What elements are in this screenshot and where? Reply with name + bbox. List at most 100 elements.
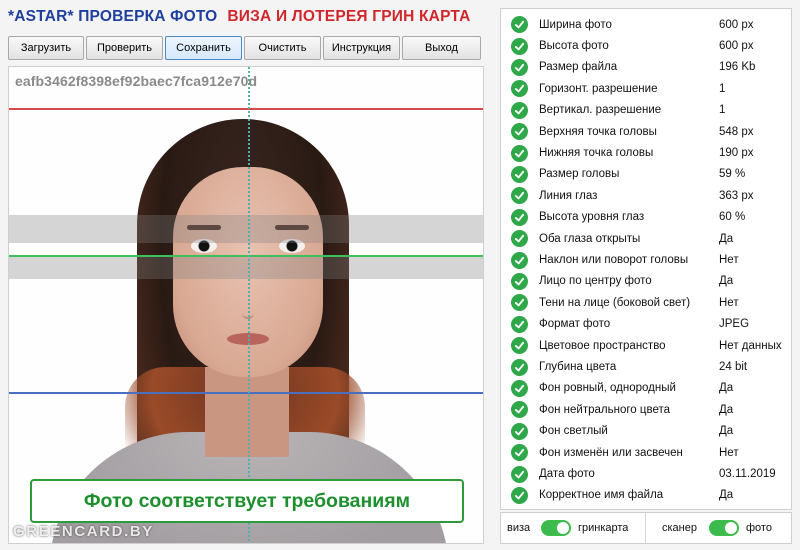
instruction-button[interactable]: Инструкция [323, 36, 400, 60]
check-row: Дата фото 03.11.2019 [501, 463, 791, 484]
watermark-logo: GREENCARD.BY [13, 523, 154, 540]
clear-button[interactable]: Очистить [244, 36, 321, 60]
eye-line [9, 255, 483, 257]
toggle-divider [645, 513, 646, 543]
check-row: Оба глаза открыты Да [501, 228, 791, 249]
check-row: Вертикал. разрешение 1 [501, 100, 791, 121]
visa-greencard-switch[interactable] [541, 520, 571, 536]
check-row: Размер файла 196 Kb [501, 57, 791, 78]
check-label: Нижняя точка головы [539, 147, 654, 160]
eye-zone-band-lower [9, 257, 483, 279]
check-value: Нет [719, 296, 739, 309]
check-ok-icon [511, 444, 528, 462]
check-ok-icon [511, 16, 528, 34]
check-row: Лицо по центру фото Да [501, 271, 791, 292]
chin-line [9, 392, 483, 394]
toolbar: Загрузить Проверить Сохранить Очистить И… [8, 36, 484, 60]
check-label: Верхняя точка головы [539, 125, 657, 138]
check-label: Глубина цвета [539, 361, 617, 374]
check-label: Тени на лице (боковой свет) [539, 296, 691, 309]
visa-label: виза [507, 522, 531, 534]
check-row: Формат фото JPEG [501, 314, 791, 335]
check-label: Линия глаз [539, 189, 598, 202]
check-value: Да [719, 489, 734, 502]
check-label: Размер головы [539, 168, 620, 181]
check-row: Фон ровный, однородный Да [501, 378, 791, 399]
file-hash: eafb3462f8398ef92baec7fca912e70d [15, 73, 258, 89]
check-value: Да [719, 425, 734, 438]
check-ok-icon [511, 58, 528, 76]
check-label: Лицо по центру фото [539, 275, 652, 288]
check-row: Корректное имя файла Да [501, 485, 791, 506]
check-row: Высота уровня глаз 60 % [501, 207, 791, 228]
check-value: 363 px [719, 189, 754, 202]
check-label: Наклон или поворот головы [539, 254, 689, 267]
check-label: Фон светлый [539, 425, 608, 438]
brand-subtitle: ВИЗА И ЛОТЕРЕЯ ГРИН КАРТА [227, 8, 471, 25]
check-value: Да [719, 382, 734, 395]
check-row: Горизонт. разрешение 1 [501, 78, 791, 99]
check-label: Цветовое пространство [539, 339, 666, 352]
photo-preview: eafb3462f8398ef92baec7fca912e70d Фото со… [8, 66, 484, 544]
check-label: Размер файла [539, 61, 618, 74]
check-label: Горизонт. разрешение [539, 82, 658, 95]
check-value: Нет [719, 446, 739, 459]
check-ok-icon [511, 379, 528, 397]
check-row: Верхняя точка головы 548 px [501, 121, 791, 142]
check-label: Высота фото [539, 40, 609, 53]
check-row: Наклон или поворот головы Нет [501, 249, 791, 270]
check-label: Дата фото [539, 468, 595, 481]
check-value: 190 px [719, 147, 754, 160]
check-row: Фон изменён или засвечен Нет [501, 442, 791, 463]
check-row: Фон нейтрального цвета Да [501, 399, 791, 420]
exit-button[interactable]: Выход [402, 36, 481, 60]
check-row: Размер головы 59 % [501, 164, 791, 185]
eye-zone-band-upper [9, 215, 483, 243]
save-button[interactable]: Сохранить [165, 36, 242, 60]
check-ok-icon [511, 358, 528, 376]
brand-title: *ASTAR* ПРОВЕРКА ФОТО [8, 8, 218, 25]
check-ok-icon [511, 144, 528, 162]
check-ok-icon [511, 208, 528, 226]
check-ok-icon [511, 315, 528, 333]
check-label: Высота уровня глаз [539, 211, 645, 224]
check-row: Нижняя точка головы 190 px [501, 142, 791, 163]
check-value: 03.11.2019 [719, 468, 776, 481]
scanner-photo-switch[interactable] [709, 520, 739, 536]
check-row: Линия глаз 363 px [501, 185, 791, 206]
check-label: Фон нейтрального цвета [539, 403, 671, 416]
portrait-neck [205, 367, 289, 457]
check-label: Фон ровный, однородный [539, 382, 676, 395]
check-ok-icon [511, 230, 528, 248]
check-ok-icon [511, 294, 528, 312]
check-value: Нет данных [719, 339, 782, 352]
check-label: Фон изменён или засвечен [539, 446, 683, 459]
load-button[interactable]: Загрузить [8, 36, 84, 60]
mode-toggles: виза гринкарта сканер фото [500, 512, 792, 544]
check-label: Корректное имя файла [539, 489, 664, 502]
switch-knob [557, 522, 569, 534]
check-ok-icon [511, 187, 528, 205]
check-value: 600 px [719, 40, 754, 53]
result-message: Фото соответствует требованиям [30, 479, 464, 523]
check-ok-icon [511, 101, 528, 119]
check-value: 1 [719, 104, 726, 117]
switch-knob [725, 522, 737, 534]
check-ok-icon [511, 123, 528, 141]
check-value: Да [719, 403, 734, 416]
head-top-line [9, 108, 483, 110]
check-value: JPEG [719, 318, 750, 331]
center-line [248, 67, 250, 543]
check-label: Формат фото [539, 318, 611, 331]
check-ok-icon [511, 401, 528, 419]
check-row: Ширина фото 600 px [501, 14, 791, 35]
check-value: 1 [719, 82, 726, 95]
check-row: Фон светлый Да [501, 421, 791, 442]
check-value: Да [719, 232, 734, 245]
check-label: Вертикал. разрешение [539, 104, 662, 117]
check-value: Нет [719, 254, 739, 267]
checks-panel: Ширина фото 600 px Высота фото 600 px Размер… [500, 8, 792, 510]
greencard-label: гринкарта [578, 522, 629, 534]
check-button[interactable]: Проверить [86, 36, 163, 60]
check-value: 59 % [719, 168, 746, 181]
